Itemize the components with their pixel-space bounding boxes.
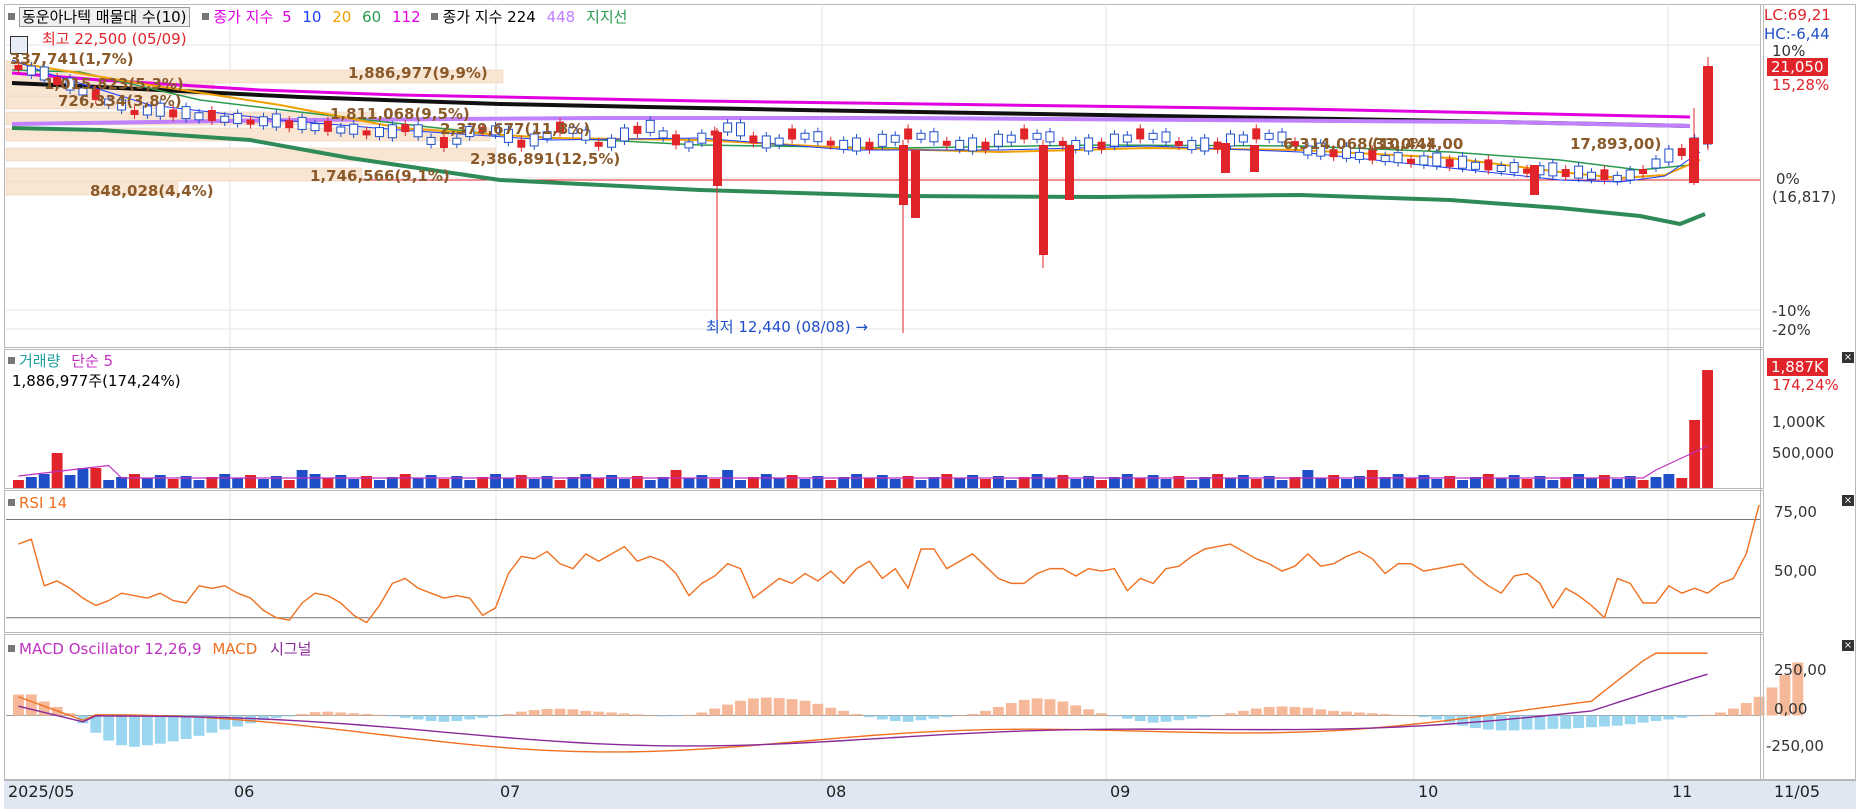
arrow-right-icon: → [855, 318, 868, 336]
price-panel [4, 4, 1764, 348]
macd-axis-250: 250,00 [1774, 661, 1827, 679]
volume-legend: 거래량 단순 5 [6, 352, 113, 370]
stock-title[interactable]: 동운아나텍 매물대 수(10) [19, 7, 190, 27]
current-price-tag: 21,050 [1767, 58, 1828, 76]
legend-square-icon [431, 13, 439, 20]
rsi-axis-75: 75,00 [1774, 503, 1817, 521]
volume-profile-label: 726,334(3,8%) [58, 92, 182, 110]
long-ma-label[interactable]: 종가 지수 224 [442, 8, 535, 26]
ma-period-60[interactable]: 60 [362, 8, 381, 26]
price-legend: 동운아나텍 매물대 수(10) 종가 지수 5 10 20 60 112 종가 … [6, 7, 627, 27]
volume-ma-label[interactable]: 단순 5 [71, 352, 113, 370]
close-rsi-icon[interactable]: × [1842, 495, 1854, 506]
x-label-2025-05: 2025/05 [8, 782, 75, 801]
x-label-11: 11 [1672, 782, 1693, 801]
base-price-label: (16,817) [1772, 188, 1837, 206]
lc-label: LC:69,21 [1764, 6, 1831, 24]
chart-window: 동운아나텍 매물대 수(10) 종가 지수 5 10 20 60 112 종가 … [0, 0, 1861, 810]
ma-period-10[interactable]: 10 [302, 8, 321, 26]
x-label-08: 08 [826, 782, 847, 801]
legend-square-icon [8, 357, 15, 364]
macd-axis-0: 0,00 [1774, 700, 1808, 718]
ma-period-112[interactable]: 112 [392, 8, 421, 26]
macd-osc-title[interactable]: MACD Oscillator 12,26,9 [19, 640, 202, 658]
volume-tag-pct: 174,24% [1772, 376, 1839, 394]
rsi-legend: RSI 14 [6, 494, 67, 512]
x-label-06: 06 [234, 782, 255, 801]
vp-extra-label-1: (10,444,00 [1372, 135, 1464, 153]
rsi-title[interactable]: RSI 14 [19, 494, 67, 512]
volume-profile-label: 1,886,977(9,9%) [348, 64, 488, 82]
x-label-09: 09 [1110, 782, 1131, 801]
high-price-label: 최고 22,500 (05/09) [42, 30, 187, 48]
x-label-07: 07 [500, 782, 521, 801]
ma-period-20[interactable]: 20 [332, 8, 351, 26]
volume-title[interactable]: 거래량 [19, 352, 60, 370]
volume-tag: 1,887K [1767, 358, 1828, 376]
volume-profile-label: 337,741(1,7%) [10, 50, 134, 68]
current-change-pct: 15,28% [1772, 76, 1830, 94]
signal-label[interactable]: 시그널 [270, 640, 311, 658]
legend-square-icon [8, 13, 15, 20]
support-line-label[interactable]: 지지선 [586, 8, 627, 26]
volume-axis-500k: 500,000 [1772, 444, 1835, 462]
x-label-10: 10 [1418, 782, 1439, 801]
volume-profile-label: 1,015,823(5,3%) [44, 75, 184, 93]
ma-label[interactable]: 종가 지수 [213, 8, 273, 26]
vp-extra-label-2: 17,893,00) [1570, 135, 1662, 153]
ma-period-5[interactable]: 5 [282, 8, 292, 26]
axis-minus20pct: -20% [1772, 321, 1811, 339]
macd-legend: MACD Oscillator 12,26,9 MACD 시그널 [6, 640, 311, 658]
hc-label: HC:-6,44 [1764, 25, 1830, 43]
close-volume-icon[interactable]: × [1842, 352, 1854, 363]
low-price-text: 최저 12,440 (08/08) [706, 318, 851, 336]
macd-axis-minus250: -250,00 [1766, 737, 1824, 755]
volume-panel [4, 349, 1764, 489]
volume-profile-label: 1,746,566(9,1%) [310, 167, 450, 185]
close-macd-icon[interactable]: × [1842, 640, 1854, 651]
axis-0pct: 0% [1776, 170, 1800, 188]
axis-minus10pct: -10% [1772, 302, 1811, 320]
macd-label[interactable]: MACD [212, 640, 257, 658]
x-axis-bar [4, 780, 1856, 809]
low-price-label: 최저 12,440 (08/08) → [706, 318, 868, 336]
legend-square-icon [8, 499, 15, 506]
x-label-11-05: 11/05 [1774, 782, 1821, 801]
long-ma-extra[interactable]: 448 [547, 8, 576, 26]
volume-profile-label: 2,386,891(12,5%) [470, 150, 621, 168]
volume-axis-1000k: 1,000K [1772, 413, 1825, 431]
rsi-panel [4, 490, 1764, 633]
volume-profile-label: 2,379,677(11,8%) [440, 120, 591, 138]
volume-profile-label: 848,028(4,4%) [90, 182, 214, 200]
volume-current: 1,886,977주(174,24%) [12, 372, 181, 390]
rsi-axis-50: 50,00 [1774, 562, 1817, 580]
legend-square-icon [202, 13, 210, 20]
legend-square-icon [8, 645, 15, 652]
